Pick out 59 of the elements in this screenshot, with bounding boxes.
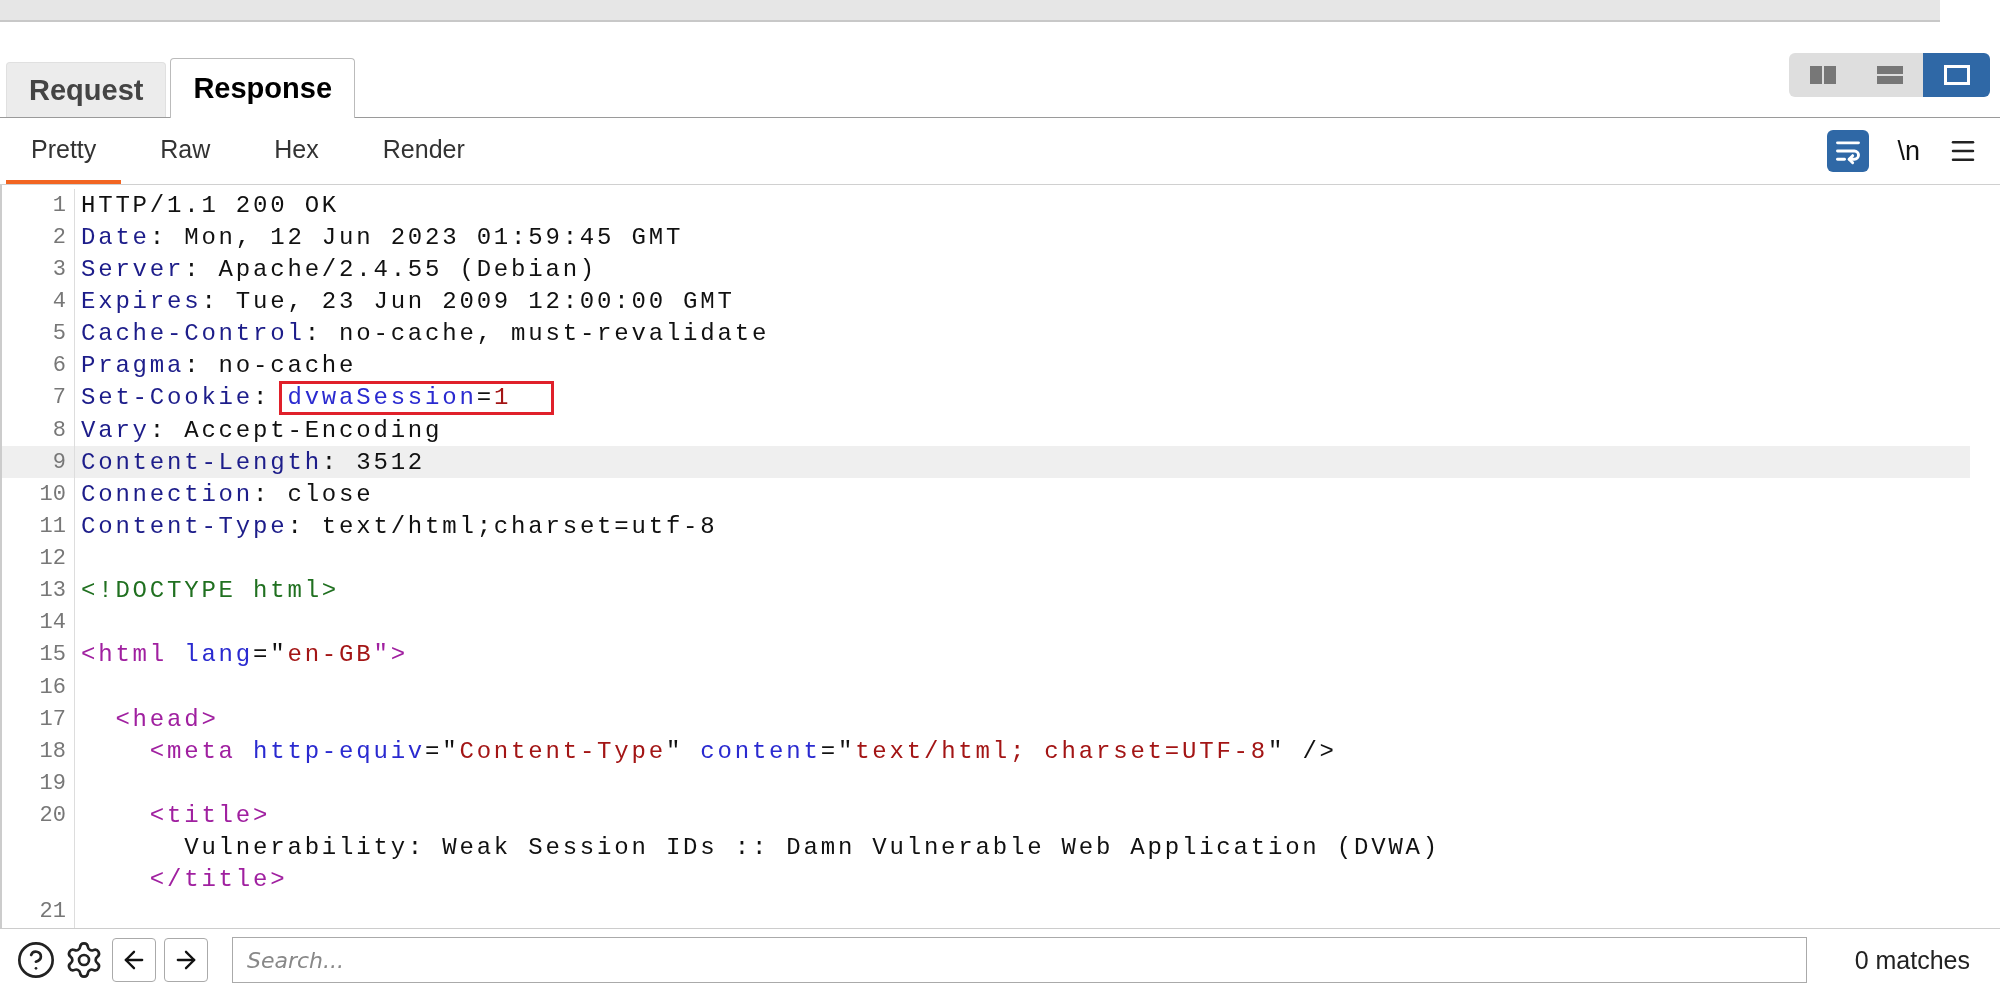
window-icon <box>1943 64 1970 85</box>
layout-button[interactable] <box>1789 52 1856 97</box>
search-field[interactable]: Search... <box>232 937 1807 983</box>
view-tab[interactable]: Hex <box>249 118 344 184</box>
line-number: 4 <box>2 285 75 318</box>
code-text: <!DOCTYPE html> <box>80 577 340 605</box>
line-number: 12 <box>2 542 75 575</box>
columns-icon <box>1809 65 1836 84</box>
rows-icon <box>1876 65 1903 84</box>
code-text: HTTP/1.1 200 OK <box>80 191 340 219</box>
code-text: <head> <box>114 705 219 733</box>
line-number: 6 <box>2 349 75 382</box>
forward-button[interactable] <box>164 938 208 982</box>
line-number: 19 <box>2 767 75 800</box>
line-number: 2 <box>2 221 75 254</box>
line-number: 20 <box>2 799 75 832</box>
code-text: Content-Length: 3512 <box>80 448 426 476</box>
tab[interactable]: Request <box>6 62 167 117</box>
code-text: Connection: close <box>80 480 374 508</box>
code-text: Content-Type: text/html;charset=utf-8 <box>80 512 718 540</box>
line-number: 17 <box>2 703 75 736</box>
code-text: Set-Cookie: dvwaSession=1 <box>75 380 555 415</box>
help-icon <box>16 940 56 980</box>
code-text: </title> <box>148 866 288 894</box>
code-text: <title> <box>148 802 271 829</box>
line-number: 13 <box>2 574 75 607</box>
line-number: 18 <box>2 735 75 768</box>
line-number: 1 <box>2 189 75 222</box>
code-text: <html lang="en-GB"> <box>80 641 408 669</box>
view-tab[interactable]: Raw <box>135 118 236 184</box>
code-text: Expires: Tue, 23 Jun 2009 12:00:00 GMT <box>80 287 735 315</box>
line-number: 9 <box>2 446 75 479</box>
line-number: 7 <box>2 381 75 414</box>
view-tab[interactable]: Pretty <box>6 118 122 184</box>
line-number: 10 <box>2 478 75 511</box>
code-text: <meta http-equiv="Content-Type" content="text/html; charset=UTF-8" /> <box>148 737 1337 765</box>
line-number: 16 <box>2 670 75 704</box>
line-number: 5 <box>2 317 75 350</box>
match-count: 0 matches <box>1854 945 1970 975</box>
code-text: Server: Apache/2.4.55 (Debian) <box>80 255 598 283</box>
wrap-button[interactable] <box>1827 130 1870 172</box>
layout-button[interactable] <box>1856 52 1923 97</box>
code-text: Vulnerability: Weak Session IDs :: Damn Vulnerable Web Application (DVWA) <box>183 834 1440 862</box>
help-button[interactable] <box>16 940 56 980</box>
code-text: Cache-Control: no-cache, must-revalidate <box>80 320 770 348</box>
line-number: 3 <box>2 253 75 286</box>
code-text: Pragma: no-cache <box>80 352 357 380</box>
line-number: 11 <box>2 510 75 543</box>
newline-button[interactable]: \n <box>1891 135 1926 167</box>
back-button[interactable] <box>112 938 156 982</box>
code-text: Date: Mon, 12 Jun 2023 01:59:45 GMT <box>80 223 684 251</box>
code-text: Vary: Accept-Encoding <box>80 416 443 444</box>
line-number: 15 <box>2 638 75 671</box>
view-tab[interactable]: Render <box>357 118 490 184</box>
line-number: 21 <box>2 895 75 928</box>
line-number: 14 <box>2 606 75 639</box>
layout-button[interactable] <box>1923 52 1990 97</box>
tab[interactable]: Response <box>170 58 356 118</box>
highlight-box: dvwaSession=1 <box>279 380 555 415</box>
